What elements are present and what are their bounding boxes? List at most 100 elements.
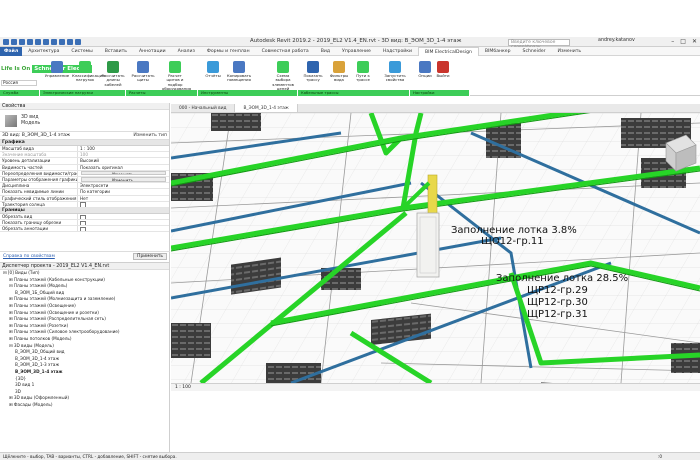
type-selector[interactable]: 3D вид Модель (0, 110, 169, 132)
ribbon-panel-title[interactable]: Расчеты (126, 90, 198, 96)
ribbon-button-6[interactable]: Копировать помещения (226, 61, 252, 83)
tab-11[interactable]: BIM ElectricalDesign (418, 46, 479, 56)
open-icon[interactable] (11, 38, 17, 45)
ribbon-button-2[interactable]: Рассчитать длины кабелей (100, 61, 126, 87)
property-value[interactable]: 100 (78, 152, 169, 157)
user-name[interactable]: andrey.katanov (598, 38, 635, 43)
browser-tree-item[interactable]: ⊞ Планы этажей (Силовое электрооборудова… (0, 329, 169, 336)
tab-12[interactable]: BIMбанкер (479, 47, 517, 56)
browser-tree-item[interactable]: В_ЭОМ_3D_1-3 этаж (0, 362, 169, 369)
browser-tree-item[interactable]: 3D вид 1 (0, 382, 169, 389)
tab-9[interactable]: Управление (336, 47, 377, 56)
edit-type-button[interactable]: Изменить тип (133, 133, 167, 138)
view-scale[interactable]: 1 : 100 (175, 385, 191, 390)
tab-6[interactable]: Формы и генплан (201, 47, 256, 56)
tab-13[interactable]: Schneider (517, 47, 552, 56)
ribbon-button-icon (169, 61, 181, 73)
property-checkbox[interactable] (78, 220, 169, 225)
browser-tree-item[interactable]: В_ЭОМ_1Б_Общий вид (0, 290, 169, 297)
browser-tree-item[interactable]: {3D} (0, 376, 169, 383)
ribbon-button-7[interactable]: Схема выбора элементов цепей (270, 61, 296, 91)
browser-tree-item[interactable]: ⊞ Планы этажей (Распределительная сеть) (0, 316, 169, 323)
property-value[interactable]: Показать оригинал (78, 165, 169, 170)
view-tab[interactable]: 000 - Начальный вид (171, 104, 236, 112)
view-control-bar: 1 : 100 (171, 383, 700, 391)
ribbon-button-13[interactable]: Выйти (430, 61, 456, 78)
minimize-button[interactable]: – (671, 38, 674, 45)
browser-tree-item[interactable]: ⊞ Фасады (Модель) (0, 402, 169, 409)
browser-tree-item[interactable]: ⊟ Планы этажей (Модель) (0, 283, 169, 290)
undo-icon[interactable] (27, 38, 33, 45)
browser-tree-item[interactable]: ⊞ Планы этажей (Молниезащита и заземлени… (0, 296, 169, 303)
annotation-2-circuit-3: ЩР12-гр.31 (527, 309, 588, 320)
search-input[interactable]: Введите ключевое слово/фразу (508, 38, 570, 50)
project-browser-header: Диспетчер проекта - 2019_EL2 V1.4_EN.rvt (0, 263, 169, 270)
browser-tree-item[interactable]: ⊞ Планы этажей (Кабельные конструкции) (0, 277, 169, 284)
property-value[interactable]: По категории (78, 189, 169, 194)
browser-tree-item[interactable]: ⊟ 3D виды (Модель) (0, 343, 169, 350)
tab-8[interactable]: Вид (315, 47, 336, 56)
property-value[interactable]: 1 : 100 (78, 146, 169, 151)
close-button[interactable]: ✕ (692, 38, 697, 45)
print-icon[interactable] (43, 38, 49, 45)
browser-tree-item[interactable]: ⊞ Планы потолков (Модель) (0, 336, 169, 343)
section-icon[interactable] (75, 38, 81, 45)
browser-tree-item[interactable]: В_ЭОМ_3D_1-4 этаж (0, 369, 169, 376)
browser-tree-item[interactable]: В_ЭОМ_3D_1-4 этаж (0, 356, 169, 363)
browser-tree-item[interactable]: ⊟ [0] Виды (Тип) (0, 270, 169, 277)
app-menu-icon[interactable] (3, 38, 9, 45)
properties-help-link[interactable]: Справка по свойствам (3, 254, 55, 259)
ribbon-panel-title[interactable]: Электрические нагрузки (40, 90, 126, 96)
ribbon-panel-title[interactable]: Настройки (410, 90, 470, 96)
save-icon[interactable] (19, 38, 25, 45)
ribbon-panel-title[interactable]: Служба (0, 90, 40, 96)
view-tab[interactable]: В_ЭОМ_3D_1-4 этаж (235, 104, 298, 112)
property-checkbox[interactable] (78, 226, 169, 231)
ribbon-button-label: Управление (44, 73, 70, 78)
ribbon-button-0[interactable]: Управление (44, 61, 70, 78)
tab-10[interactable]: Надстройки (377, 47, 418, 56)
ribbon-button-4[interactable]: Расчет щитов и подбор оборудования (162, 61, 191, 91)
tab-2[interactable]: Системы (65, 47, 98, 56)
ribbon-button-label: Фильтры вида (329, 73, 349, 83)
tab-4[interactable]: Аннотации (133, 47, 172, 56)
apply-button[interactable]: Применить (133, 252, 167, 260)
browser-tree-item[interactable]: 3D (0, 389, 169, 396)
browser-tree-item[interactable]: ⊞ Планы этажей (Розетки) (0, 323, 169, 330)
redo-icon[interactable] (35, 38, 41, 45)
property-checkbox[interactable] (78, 202, 169, 207)
edit-property-button[interactable]: Изменить... (81, 177, 166, 182)
property-value[interactable]: Высокий (78, 158, 169, 163)
ribbon-button-1[interactable]: Классификация нагрузок (72, 61, 105, 83)
measure-icon[interactable] (51, 38, 57, 45)
tab-file[interactable]: Файл (0, 46, 23, 56)
tab-1[interactable]: Архитектура (22, 47, 65, 56)
maximize-button[interactable]: □ (680, 38, 686, 45)
ribbon-button-11[interactable]: Запустить свойства (382, 61, 408, 83)
tab-5[interactable]: Анализ (172, 47, 201, 56)
ribbon-button-10[interactable]: Пути к трассе (350, 61, 376, 83)
ribbon-button-8[interactable]: Показать трассу (300, 61, 326, 83)
ribbon-panel-title[interactable]: Кабельные трассы (298, 90, 410, 96)
view-selector[interactable]: 3D вид: В_ЭОМ_3D_1-4 этаж (2, 133, 70, 138)
ribbon-panel-title[interactable]: Инструменты (198, 90, 298, 96)
ribbon-button-5[interactable]: Отчёты (200, 61, 226, 78)
browser-tree-item[interactable]: В_ЭОМ_3D_Общий вид (0, 349, 169, 356)
browser-tree-item[interactable]: ⊞ Планы этажей (Освещение и розетки) (0, 310, 169, 317)
property-checkbox[interactable] (78, 214, 169, 219)
browser-tree-item[interactable]: ⊞ 3D виды (Оформленный) (0, 395, 169, 402)
ribbon-button-icon (137, 61, 149, 73)
tab-3[interactable]: Вставить (99, 47, 133, 56)
property-value[interactable]: Нет (78, 196, 169, 201)
ribbon-button-9[interactable]: Фильтры вида (326, 61, 352, 83)
edit-property-button[interactable]: Изменить... (81, 171, 166, 176)
tab-7[interactable]: Совместная работа (256, 47, 315, 56)
tab-14[interactable]: Изменить (552, 47, 588, 56)
region-dropdown[interactable]: Россия (1, 80, 37, 86)
text-icon[interactable] (59, 38, 65, 45)
3d-viewport[interactable]: Заполнение лотка 3.8% ЩО12-гр.11 Заполне… (171, 113, 700, 383)
ribbon-button-3[interactable]: Рассчитать щиты (130, 61, 156, 83)
browser-tree-item[interactable]: ⊞ Планы этажей (Освещение) (0, 303, 169, 310)
property-value[interactable]: Электросети (78, 183, 169, 188)
3d-view-icon[interactable] (67, 38, 73, 45)
